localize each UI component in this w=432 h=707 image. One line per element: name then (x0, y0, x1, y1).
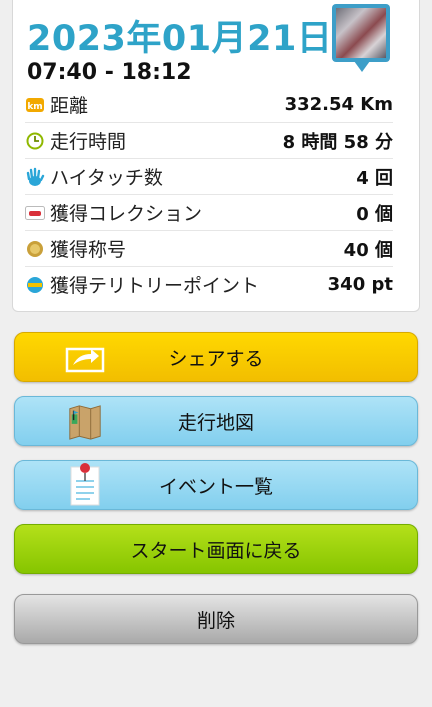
stat-label: 距離 (50, 95, 89, 117)
stat-row-drive-time: 走行時間 8 時間 58 分 (25, 123, 393, 159)
drive-date: 2023年01月21日 (27, 19, 333, 59)
photo-image (336, 8, 386, 58)
drive-map-button-label: 走行地図 (177, 411, 254, 434)
share-button-label: シェアする (168, 347, 264, 370)
delete-button-label: 削除 (196, 609, 235, 632)
back-to-start-button[interactable]: スタート画面に戻る (14, 524, 418, 574)
title-medal-icon (25, 239, 45, 259)
delete-button[interactable]: 削除 (14, 594, 418, 644)
stat-row-collection: 獲得コレクション 0 個 (25, 195, 393, 231)
high-five-hand-icon (25, 167, 45, 187)
stat-row-titles: 獲得称号 40 個 (25, 231, 393, 267)
event-list-button[interactable]: イベント一覧 (14, 460, 418, 510)
stat-label: 獲得テリトリーポイント (50, 275, 260, 297)
stat-value: 4 回 (356, 167, 393, 189)
stats-list: km 距離 332.54 Km 走行時間 8 時間 58 分 ハイタッチ数 4 … (25, 87, 393, 302)
stat-value: 332.54 Km (284, 94, 393, 115)
drive-summary-card: 2023年01月21日 07:40 - 18:12 km 距離 332.54 K… (12, 0, 420, 312)
stat-value: 40 個 (343, 239, 393, 261)
map-icon (69, 405, 101, 440)
stat-label: 獲得称号 (50, 239, 127, 261)
clock-icon (25, 131, 45, 151)
memo-pin-icon (70, 463, 100, 506)
stat-value: 0 個 (356, 203, 393, 225)
photo-thumbnail[interactable] (332, 4, 390, 72)
spot-point-icon (25, 275, 45, 295)
stat-label: 走行時間 (50, 131, 127, 153)
stat-value: 8 時間 58 分 (282, 131, 393, 153)
stat-label: ハイタッチ数 (50, 167, 163, 189)
stat-row-territory: 獲得テリトリーポイント 340 pt (25, 267, 393, 302)
km-badge-icon: km (25, 95, 45, 115)
stat-value: 340 pt (327, 274, 393, 295)
share-button[interactable]: シェアする (14, 332, 418, 382)
drive-map-button[interactable]: 走行地図 (14, 396, 418, 446)
stat-label: 獲得コレクション (50, 203, 203, 225)
back-to-start-button-label: スタート画面に戻る (130, 539, 302, 562)
collection-card-icon (25, 203, 45, 223)
drive-time-range: 07:40 - 18:12 (27, 60, 192, 85)
stat-row-high-five: ハイタッチ数 4 回 (25, 159, 393, 195)
share-arrow-icon (65, 347, 105, 373)
event-list-button-label: イベント一覧 (158, 475, 273, 498)
svg-text:km: km (27, 102, 42, 112)
stat-row-distance: km 距離 332.54 Km (25, 87, 393, 123)
